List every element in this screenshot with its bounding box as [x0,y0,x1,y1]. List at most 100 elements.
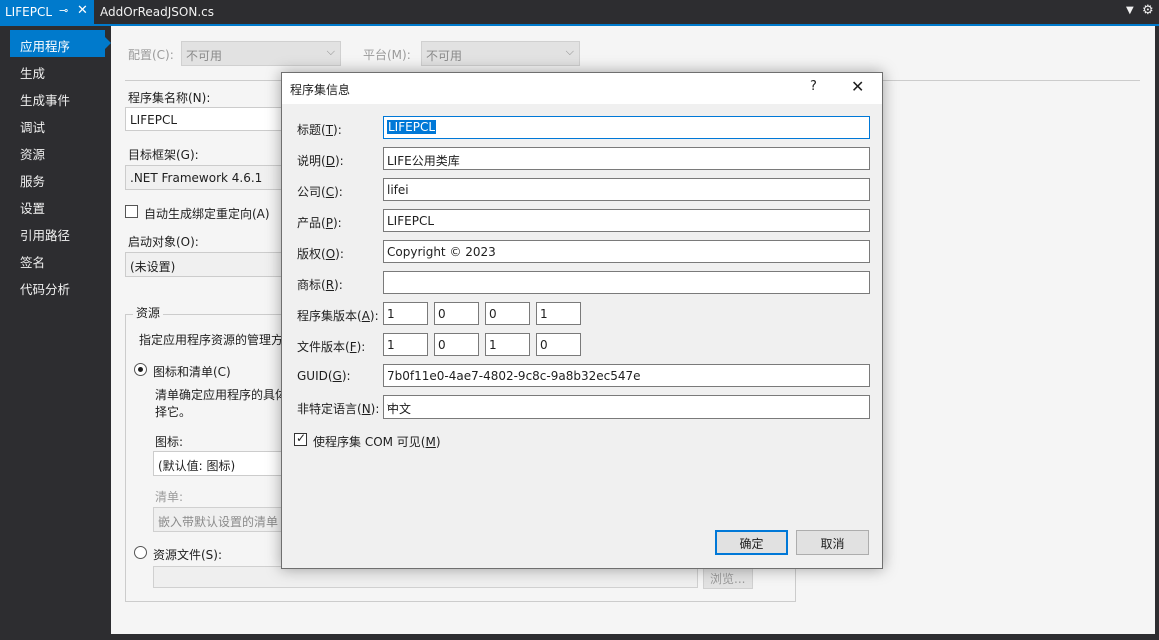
target-framework-select[interactable]: .NET Framework 4.6.1 [125,165,285,190]
gear-icon[interactable]: ⚙ [1142,3,1154,18]
nav-item-code-analysis[interactable]: 代码分析 [0,273,111,300]
file-version-major[interactable]: 1 [383,333,428,356]
resource-file-label: 资源文件(S): [153,548,223,562]
icon-manifest-label: 图标和清单(C) [153,365,231,379]
tab-title: LIFEPCL [5,5,53,19]
resource-file-radio[interactable] [134,546,147,559]
manifest-value: 嵌入带默认设置的清单 [158,515,279,529]
assembly-version-revision[interactable]: 1 [536,302,581,325]
cancel-button[interactable]: 取消 [796,530,869,555]
resources-group-title: 资源 [133,304,164,321]
nav-item-build[interactable]: 生成 [0,57,111,84]
chevron-down-icon: ⌵ [565,45,574,58]
property-nav: 应用程序 生成 生成事件 调试 资源 服务 设置 引用路径 签名 代码分析 [0,26,111,640]
nav-item-signing[interactable]: 签名 [0,246,111,273]
assembly-info-dialog: 程序集信息 ? ✕ 标题(T): LIFEPCL 说明(D): LIFE公用类库… [281,72,883,569]
startup-object-select[interactable]: (未设置) [125,252,285,277]
nav-item-build-events[interactable]: 生成事件 [0,84,111,111]
product-value: LIFEPCL [387,214,435,228]
title-input[interactable]: LIFEPCL [383,116,870,139]
nav-item-reference-paths[interactable]: 引用路径 [0,219,111,246]
assembly-name-input[interactable]: LIFEPCL [125,107,285,131]
config-value: 不可用 [186,49,223,63]
company-label: 公司(C): [297,185,343,199]
description-input[interactable]: LIFE公用类库 [383,147,870,170]
close-icon[interactable]: ✕ [851,77,864,96]
platform-value: 不可用 [426,49,463,63]
neutral-language-select[interactable]: 中文 ⌵ [383,395,870,419]
nav-item-label: 设置 [20,201,46,216]
icon-manifest-radio[interactable] [134,363,147,376]
dialog-title: 程序集信息 [290,83,351,97]
copyright-input[interactable]: Copyright © 2023 [383,240,870,263]
nav-item-debug[interactable]: 调试 [0,111,111,138]
title-label: 标题(T): [297,123,342,137]
icon-manifest-description: 清单确定应用程序的具体 [155,388,288,402]
file-version-label: 文件版本(F): [297,340,366,354]
product-label: 产品(P): [297,216,342,230]
nav-item-label: 调试 [20,120,46,135]
nav-item-label: 代码分析 [20,282,71,297]
target-framework-label: 目标框架(G): [128,148,199,162]
document-tab-strip: LIFEPCL ⊸ ✕ AddOrReadJSON.cs ▼ ⚙ [0,0,1159,24]
nav-item-services[interactable]: 服务 [0,165,111,192]
chevron-down-icon: ⌵ [387,398,397,412]
ok-label: 确定 [739,537,764,551]
company-input[interactable]: lifei [383,178,870,201]
nav-item-application[interactable]: 应用程序 [10,30,111,57]
assembly-version-build[interactable]: 0 [485,302,530,325]
platform-label: 平台(M): [363,48,411,62]
auto-binding-label: 自动生成绑定重定向(A) [144,207,270,221]
cancel-label: 取消 [820,537,845,551]
help-button[interactable]: ? [810,79,817,94]
chevron-down-icon: ⌵ [326,45,335,58]
nav-item-label: 资源 [20,147,46,162]
company-value: lifei [387,183,409,197]
com-visible-checkbox[interactable] [294,431,307,446]
config-select: 不可用 ⌵ [181,41,341,66]
guid-value: 7b0f11e0-4ae7-4802-9c8c-9a8b32ec547e [387,369,641,383]
nav-item-label: 引用路径 [20,228,71,243]
file-version-build[interactable]: 1 [485,333,530,356]
icon-select[interactable]: (默认值: 图标) [153,451,283,476]
resource-file-input [153,566,698,588]
nav-item-resources[interactable]: 资源 [0,138,111,165]
assembly-version-minor[interactable]: 0 [434,302,479,325]
file-version-revision[interactable]: 0 [536,333,581,356]
close-icon[interactable]: ✕ [77,3,88,18]
config-label: 配置(C): [128,48,174,62]
nav-item-label: 签名 [20,255,46,270]
nav-item-settings[interactable]: 设置 [0,192,111,219]
auto-binding-checkbox[interactable] [125,205,138,218]
icon-manifest-description-cont: 择它。 [155,405,192,419]
copyright-label: 版权(O): [297,247,344,261]
product-input[interactable]: LIFEPCL [383,209,870,232]
manifest-select: 嵌入带默认设置的清单 [153,507,283,532]
guid-label: GUID(G): [297,369,351,383]
target-framework-value: .NET Framework 4.6.1 [130,171,263,185]
startup-object-label: 启动对象(O): [128,235,199,249]
nav-item-label: 生成 [20,66,46,81]
nav-item-label: 服务 [20,174,46,189]
trademark-label: 商标(R): [297,278,343,292]
nav-item-label: 生成事件 [20,93,71,108]
com-visible-label: 使程序集 COM 可见(M) [313,435,441,449]
chevron-down-icon[interactable]: ▼ [1126,5,1134,16]
assembly-name-value: LIFEPCL [130,113,178,127]
assembly-version-major[interactable]: 1 [383,302,428,325]
description-value: LIFE公用类库 [387,154,460,168]
tab-lifepcl[interactable]: LIFEPCL ⊸ ✕ [0,0,94,24]
file-version-minor[interactable]: 0 [434,333,479,356]
resources-description: 指定应用程序资源的管理方 [139,333,284,347]
title-value: LIFEPCL [387,120,437,134]
trademark-input[interactable] [383,271,870,294]
guid-input[interactable]: 7b0f11e0-4ae7-4802-9c8c-9a8b32ec547e [383,364,870,387]
manifest-label: 清单: [155,490,184,504]
icon-value: (默认值: 图标) [158,459,236,473]
icon-label: 图标: [155,435,184,449]
ok-button[interactable]: 确定 [715,530,788,555]
nav-item-label: 应用程序 [20,39,71,54]
tab-title: AddOrReadJSON.cs [100,5,215,19]
pin-icon[interactable]: ⊸ [59,4,68,17]
neutral-language-label: 非特定语言(N): [297,402,380,416]
